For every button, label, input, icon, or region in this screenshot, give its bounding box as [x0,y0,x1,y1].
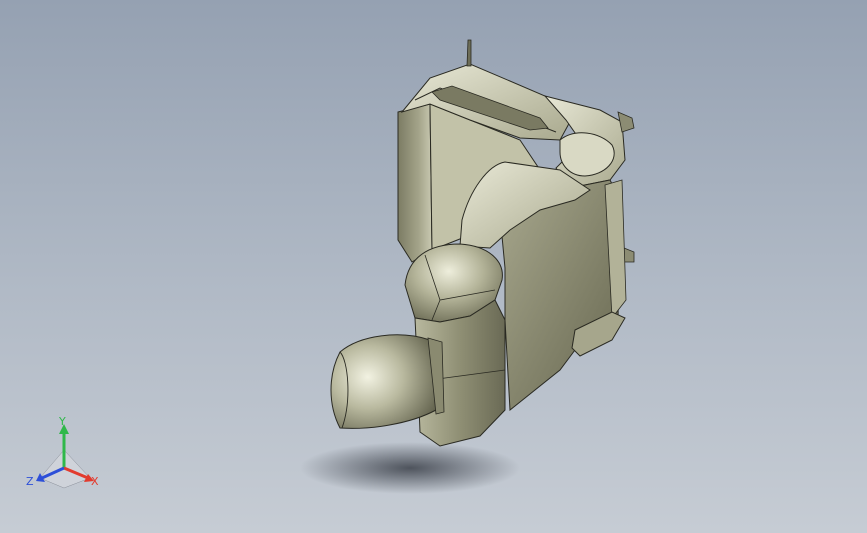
z-axis-label: Z [26,475,34,488]
nozzle [330,334,437,429]
y-axis-label: Y [59,415,66,428]
side-tab-lower [623,247,635,263]
view-orientation-triad[interactable]: Y X Z [22,415,106,494]
model-view[interactable] [0,0,867,533]
model-shadow [300,442,520,494]
rear-housing-left-face [397,103,433,263]
antenna [466,39,472,67]
x-axis-label: X [91,475,99,488]
graphics-viewport[interactable]: Y X Z [0,0,867,533]
